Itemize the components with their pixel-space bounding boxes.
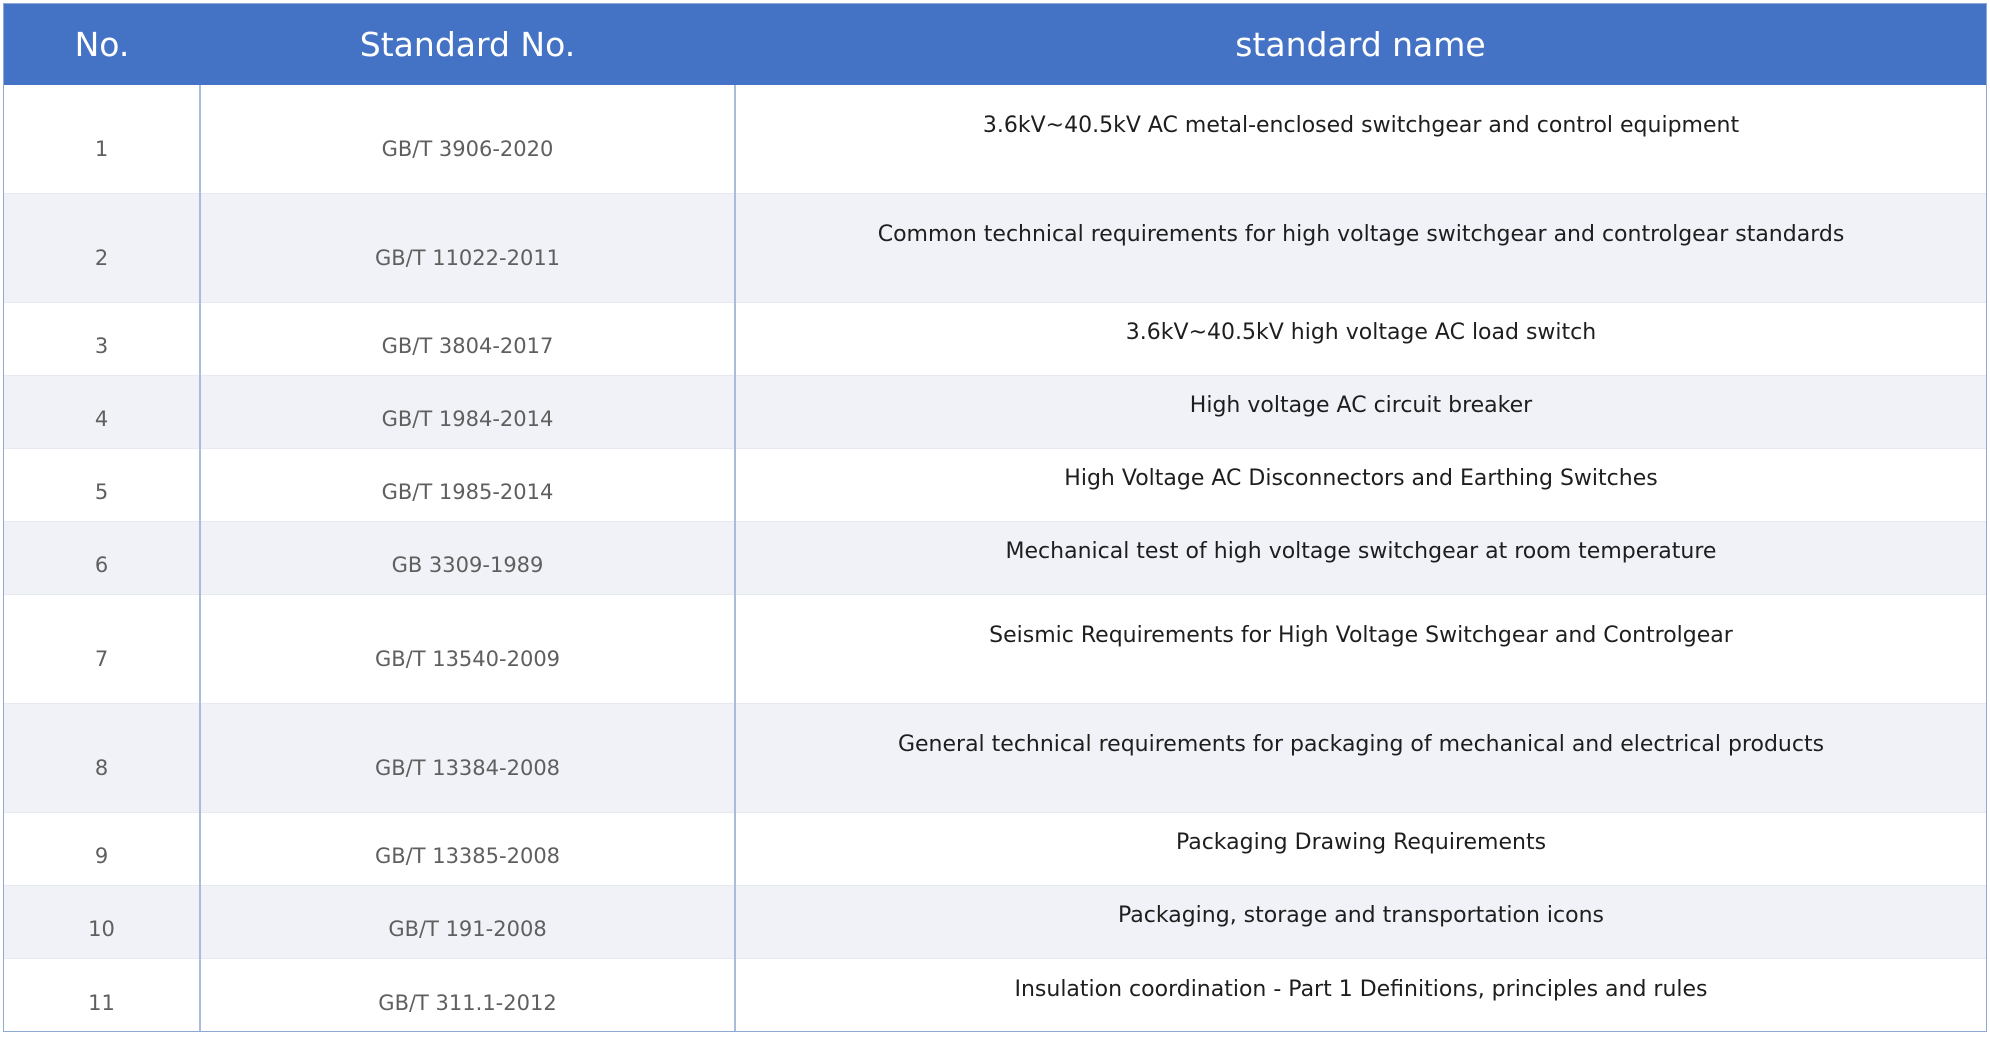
table-row: 1 GB/T 3906-2020 3.6kV~40.5kV AC metal-e…: [4, 85, 1986, 194]
cell-no: 3: [4, 302, 201, 376]
table-row: 6 GB 3309-1989 Mechanical test of high v…: [4, 521, 1986, 595]
cell-no: 4: [4, 375, 201, 449]
cell-code: GB 3309-1989: [200, 521, 736, 595]
cell-name: 3.6kV~40.5kV high voltage AC load switch: [735, 302, 1986, 376]
cell-code: GB/T 13540-2009: [200, 594, 736, 704]
table-row: 10 GB/T 191-2008 Packaging, storage and …: [4, 885, 1986, 959]
cell-code: GB/T 13385-2008: [200, 812, 736, 886]
cell-name: Mechanical test of high voltage switchge…: [735, 521, 1986, 595]
cell-code: GB/T 1985-2014: [200, 448, 736, 522]
cell-no: 6: [4, 521, 201, 595]
cell-no: 10: [4, 885, 201, 959]
cell-no: 5: [4, 448, 201, 522]
cell-code: GB/T 3906-2020: [200, 85, 736, 194]
cell-code: GB/T 191-2008: [200, 885, 736, 959]
table-header: No. Standard No. standard name: [4, 4, 1986, 85]
header-no: No.: [4, 4, 200, 85]
table-row: 2 GB/T 11022-2011 Common technical requi…: [4, 193, 1986, 303]
cell-name: Packaging Drawing Requirements: [735, 812, 1986, 886]
cell-code: GB/T 11022-2011: [200, 193, 736, 303]
cell-name: Insulation coordination - Part 1 Definit…: [735, 958, 1986, 1031]
cell-name: High voltage AC circuit breaker: [735, 375, 1986, 449]
cell-name: High Voltage AC Disconnectors and Earthi…: [735, 448, 1986, 522]
cell-no: 8: [4, 703, 201, 813]
cell-name: Packaging, storage and transportation ic…: [735, 885, 1986, 959]
cell-no: 7: [4, 594, 201, 704]
header-standard-name: standard name: [735, 4, 1986, 85]
table-row: 3 GB/T 3804-2017 3.6kV~40.5kV high volta…: [4, 302, 1986, 376]
cell-name: General technical requirements for packa…: [735, 703, 1986, 813]
cell-no: 9: [4, 812, 201, 886]
cell-name: Seismic Requirements for High Voltage Sw…: [735, 594, 1986, 704]
cell-name: 3.6kV~40.5kV AC metal-enclosed switchgea…: [735, 85, 1986, 194]
table-row: 8 GB/T 13384-2008 General technical requ…: [4, 703, 1986, 813]
header-row: No. Standard No. standard name: [4, 4, 1986, 85]
table-body: 1 GB/T 3906-2020 3.6kV~40.5kV AC metal-e…: [4, 85, 1986, 1031]
standards-table-frame: No. Standard No. standard name 1 GB/T 39…: [3, 3, 1987, 1032]
cell-no: 1: [4, 85, 201, 194]
table-row: 9 GB/T 13385-2008 Packaging Drawing Requ…: [4, 812, 1986, 886]
header-standard-no: Standard No.: [200, 4, 735, 85]
cell-no: 11: [4, 958, 201, 1031]
cell-name: Common technical requirements for high v…: [735, 193, 1986, 303]
standards-table: No. Standard No. standard name 1 GB/T 39…: [4, 4, 1986, 1031]
table-row: 11 GB/T 311.1-2012 Insulation coordinati…: [4, 958, 1986, 1031]
table-row: 4 GB/T 1984-2014 High voltage AC circuit…: [4, 375, 1986, 449]
table-row: 5 GB/T 1985-2014 High Voltage AC Disconn…: [4, 448, 1986, 522]
table-row: 7 GB/T 13540-2009 Seismic Requirements f…: [4, 594, 1986, 704]
cell-code: GB/T 1984-2014: [200, 375, 736, 449]
cell-code: GB/T 13384-2008: [200, 703, 736, 813]
cell-no: 2: [4, 193, 201, 303]
cell-code: GB/T 311.1-2012: [200, 958, 736, 1031]
cell-code: GB/T 3804-2017: [200, 302, 736, 376]
